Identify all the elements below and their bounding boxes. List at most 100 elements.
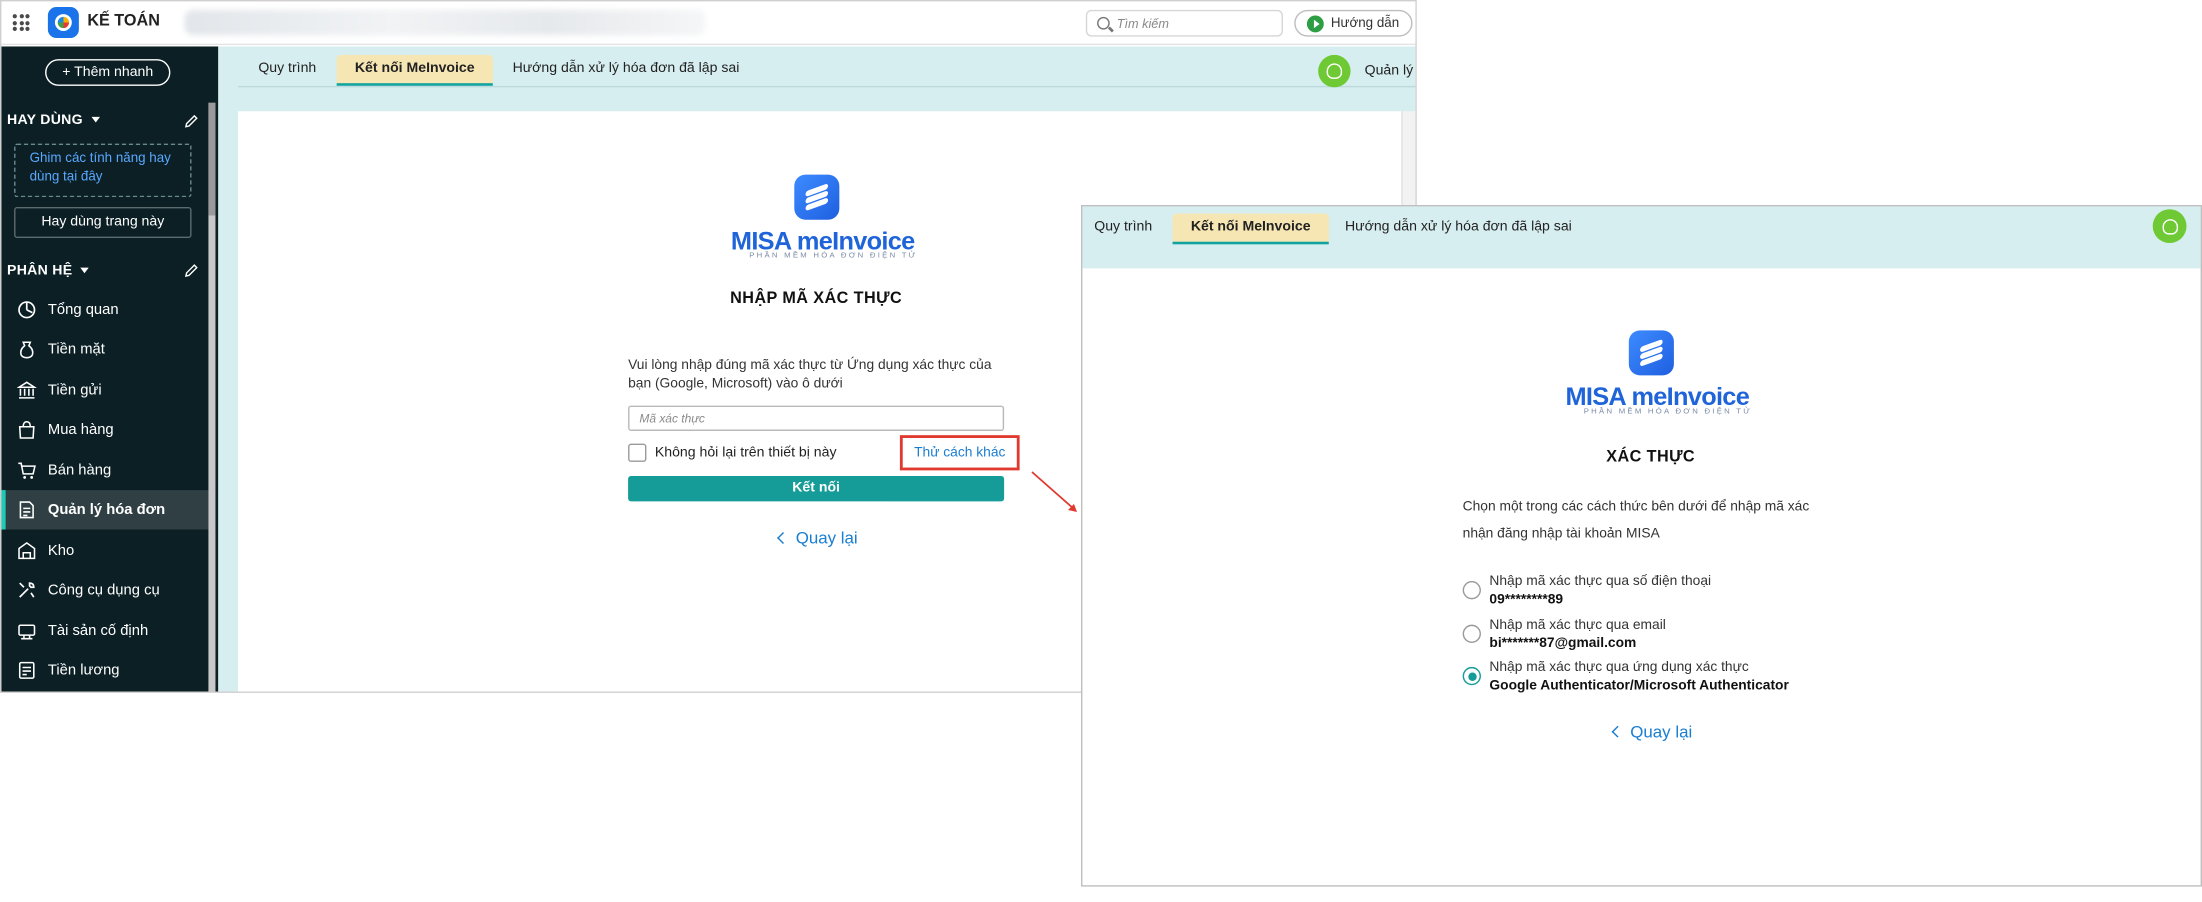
- remember-device-checkbox[interactable]: [628, 443, 647, 462]
- manager-link[interactable]: Quản lý v: [1365, 63, 1416, 78]
- tip-bulb-button[interactable]: [1318, 54, 1351, 88]
- verification-code-input[interactable]: [628, 405, 1005, 431]
- cash-bag-icon: [20, 341, 34, 359]
- bank-icon: [16, 381, 37, 399]
- sidebar-item-tools[interactable]: Công cụ dụng cụ: [1, 570, 208, 609]
- tab-connect-meinvoice[interactable]: Kết nối MeInvoice: [1172, 213, 1329, 245]
- play-icon: [1306, 14, 1324, 32]
- authenticator-method-value: Google Authenticator/Microsoft Authentic…: [1489, 678, 1789, 694]
- meinvoice-tagline: PHẦN MỀM HÓA ĐƠN ĐIỆN TỬ: [1583, 407, 1753, 417]
- sidebar-item-payroll[interactable]: Tiền lương: [1, 651, 208, 690]
- email-method-label: Nhập mã xác thực qua email: [1489, 617, 1666, 634]
- edit-pencil-icon[interactable]: [184, 263, 198, 277]
- try-other-method-link[interactable]: Thử cách khác: [899, 435, 1020, 471]
- remember-device-label: Không hỏi lại trên thiết bị này: [654, 445, 837, 461]
- back-link[interactable]: Quay lại: [1611, 721, 1693, 742]
- sidebar-scrollbar[interactable]: [208, 102, 216, 692]
- chevron-down-icon: [80, 268, 90, 274]
- transition-arrow-icon: [1031, 471, 1077, 512]
- sidebar-item-label: Quản lý hóa đơn: [47, 501, 166, 519]
- phone-method-radio[interactable]: [1462, 581, 1481, 600]
- meinvoice-logo-icon: [1628, 330, 1674, 376]
- method-description: Chọn một trong các cách thức bên dưới để…: [1462, 499, 1810, 542]
- guide-label: Hướng dẫn: [1330, 15, 1400, 31]
- favorites-pin-hint: Ghim các tính năng hay dùng tại đây: [14, 143, 192, 198]
- payroll-icon: [18, 661, 35, 679]
- phone-method-label: Nhập mã xác thực qua số điện thoại: [1489, 573, 1712, 590]
- blurred-company-name: [184, 9, 706, 36]
- search-box[interactable]: [1085, 9, 1283, 37]
- tools-icon: [19, 582, 35, 598]
- email-method-value: bi*******87@gmail.com: [1489, 635, 1637, 652]
- dashboard-icon: [18, 301, 36, 319]
- favorites-heading-label: HAY DÙNG: [7, 112, 83, 129]
- meinvoice-logo-icon: [794, 174, 840, 220]
- modules-heading[interactable]: PHÂN HỆ: [7, 263, 90, 279]
- lightbulb-icon: [2161, 218, 2178, 234]
- chevron-left-icon: [1611, 725, 1624, 738]
- brand-product: meInvoice: [796, 226, 915, 255]
- favorite-this-page-button[interactable]: Hay dùng trang này: [14, 207, 192, 239]
- warehouse-icon: [18, 541, 36, 560]
- search-input[interactable]: [1116, 14, 1272, 34]
- authenticator-method-label: Nhập mã xác thực qua ứng dụng xác thực: [1489, 659, 1749, 676]
- connect-button[interactable]: Kết nối: [628, 476, 1005, 502]
- sidebar-item-cash[interactable]: Tiền mặt: [1, 330, 208, 369]
- sidebar-item-warehouse[interactable]: Kho: [1, 531, 208, 570]
- chevron-down-icon: [91, 117, 100, 124]
- asset-icon: [18, 624, 36, 640]
- app-logo-icon: [47, 7, 79, 39]
- invoice-icon: [19, 501, 34, 519]
- meinvoice-tagline: PHẦN MỀM HÓA ĐƠN ĐIỆN TỬ: [749, 252, 918, 261]
- method-title: XÁC THỰC: [1606, 448, 1696, 466]
- guide-button[interactable]: Hướng dẫn: [1294, 9, 1413, 37]
- sidebar: + Thêm nhanh HAY DÙNG Ghim các tính năng…: [1, 46, 219, 692]
- sidebar-item-purchase[interactable]: Mua hàng: [1, 410, 208, 449]
- lightbulb-icon: [1326, 63, 1343, 79]
- tab-process[interactable]: Quy trình: [1082, 213, 1164, 244]
- top-bar: KẾ TOÁN Hướng dẫn: [1, 1, 1416, 46]
- tab-connect-meinvoice[interactable]: Kết nối MeInvoice: [336, 54, 493, 86]
- verification-method-window: Quy trình Kết nối MeInvoice Hướng dẫn xử…: [1081, 205, 2202, 887]
- sidebar-item-overview[interactable]: Tổng quan: [1, 290, 208, 329]
- verify-description: Vui lòng nhập đúng mã xác thực từ Ứng dụ…: [628, 357, 992, 392]
- email-method-radio[interactable]: [1462, 624, 1481, 643]
- sidebar-item-label: Tổng quan: [47, 301, 119, 319]
- quick-add-button[interactable]: + Thêm nhanh: [45, 59, 171, 86]
- sidebar-item-fixed-assets[interactable]: Tài sản cố định: [1, 611, 208, 650]
- chevron-left-icon: [777, 531, 789, 544]
- sidebar-item-label: Mua hàng: [47, 421, 114, 438]
- search-icon: [1097, 16, 1110, 30]
- cart-icon: [18, 462, 36, 479]
- sidebar-item-label: Kho: [47, 542, 75, 560]
- tab-wrong-invoice-guide[interactable]: Hướng dẫn xử lý hóa đơn đã lập sai: [1339, 213, 1578, 244]
- brand-product: meInvoice: [1631, 382, 1750, 411]
- back-label: Quay lại: [1630, 721, 1693, 742]
- sidebar-item-label: Tiền mặt: [47, 340, 105, 358]
- back-link[interactable]: Quay lại: [777, 528, 858, 548]
- scrollbar-thumb[interactable]: [208, 102, 216, 216]
- tab-bar: Quy trình Kết nối MeInvoice Hướng dẫn xử…: [1082, 206, 2201, 269]
- sidebar-item-invoice-management[interactable]: Quản lý hóa đơn: [1, 490, 209, 530]
- shopping-bag-icon: [18, 421, 35, 439]
- tab-wrong-invoice-guide[interactable]: Hướng dẫn xử lý hóa đơn đã lập sai: [503, 55, 749, 86]
- app-title: KẾ TOÁN: [87, 12, 160, 30]
- authenticator-method-radio[interactable]: [1462, 666, 1481, 686]
- sidebar-item-deposit[interactable]: Tiền gửi: [1, 370, 208, 409]
- edit-pencil-icon[interactable]: [184, 114, 198, 128]
- brand-misa: MISA: [1565, 382, 1626, 411]
- tab-process[interactable]: Quy trình: [238, 55, 337, 86]
- back-label: Quay lại: [795, 528, 858, 548]
- favorites-heading[interactable]: HAY DÙNG: [7, 113, 100, 128]
- brand-misa: MISA: [730, 226, 791, 255]
- sidebar-item-label: Tiền lương: [47, 661, 120, 679]
- sidebar-item-label: Bán hàng: [47, 461, 112, 479]
- sidebar-item-sales[interactable]: Bán hàng: [1, 451, 208, 490]
- sidebar-item-label: Công cụ dụng cụ: [47, 581, 160, 599]
- app-grid-icon[interactable]: [12, 14, 30, 31]
- phone-method-value: 09********89: [1489, 592, 1564, 608]
- verify-title: NHẬP MÃ XÁC THỰC: [730, 290, 903, 308]
- tip-bulb-button[interactable]: [2152, 209, 2187, 244]
- tab-bar: Quy trình Kết nối MeInvoice Hướng dẫn xử…: [238, 54, 1415, 86]
- sidebar-item-label: Tiền gửi: [47, 381, 102, 399]
